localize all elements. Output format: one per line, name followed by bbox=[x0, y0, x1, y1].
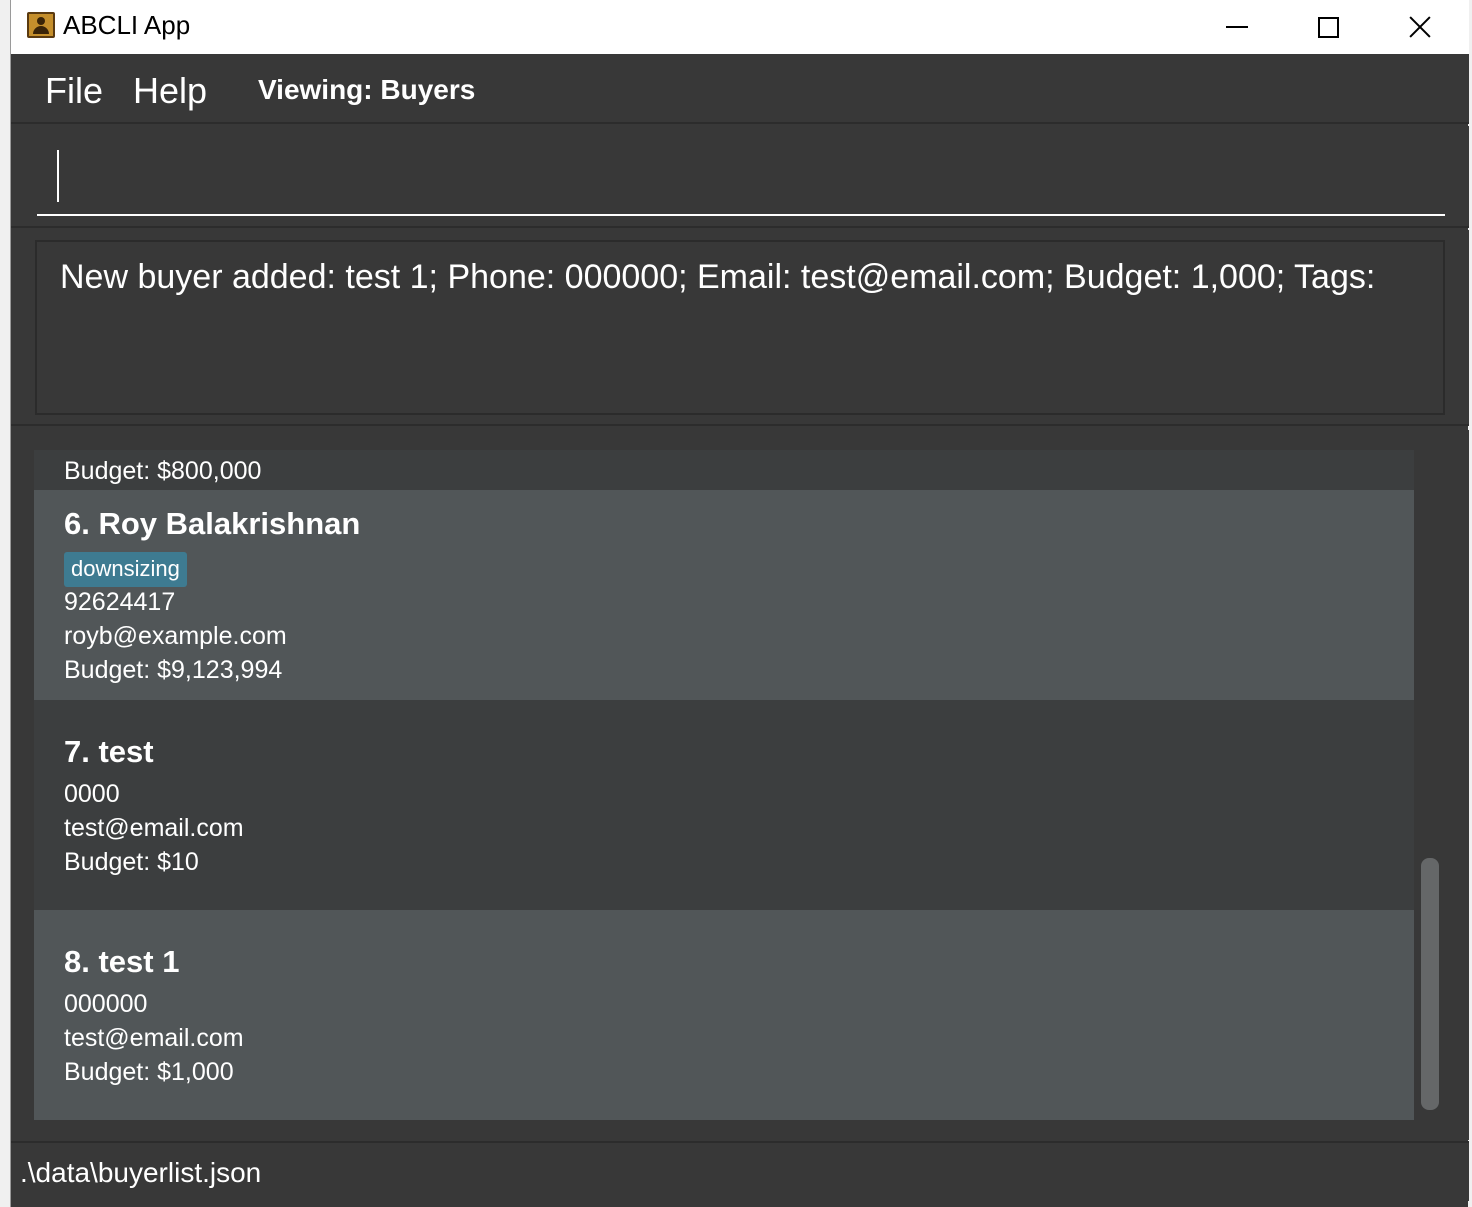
buyer-name: 7. test bbox=[64, 734, 154, 769]
buyer-phone: 000000 bbox=[64, 990, 148, 1018]
result-message: New buyer added: test 1; Phone: 000000; … bbox=[60, 258, 1376, 296]
buyer-card[interactable]: 6. Roy Balakrishnan downsizing 92624417 … bbox=[34, 490, 1414, 700]
buyer-budget: Budget: $10 bbox=[64, 848, 199, 876]
buyer-email: test@email.com bbox=[64, 814, 244, 842]
menu-help[interactable]: Help bbox=[133, 70, 207, 112]
buyer-card[interactable]: 7. test 0000 test@email.com Budget: $10 bbox=[34, 700, 1414, 910]
list-scrollbar[interactable] bbox=[1416, 450, 1444, 1120]
data-file-path: .\data\buyerlist.json bbox=[20, 1157, 262, 1188]
buyer-email: royb@example.com bbox=[64, 622, 287, 650]
maximize-icon bbox=[1317, 16, 1339, 38]
buyer-card[interactable]: Budget: $800,000 bbox=[34, 450, 1414, 490]
command-box bbox=[11, 126, 1469, 228]
window-title: ABCLI App bbox=[63, 10, 191, 40]
app-window: ABCLI App File Help Viewing: Buyers New … bbox=[10, 0, 1469, 1207]
buyer-name: 6. Roy Balakrishnan bbox=[64, 506, 361, 541]
buyer-budget: Budget: $1,000 bbox=[64, 1058, 234, 1086]
buyer-tag: downsizing bbox=[64, 552, 187, 587]
result-display[interactable]: New buyer added: test 1; Phone: 000000; … bbox=[35, 240, 1445, 415]
menu-file[interactable]: File bbox=[45, 70, 103, 112]
maximize-button[interactable] bbox=[1282, 0, 1374, 54]
buyer-list-panel: Budget: $800,000 6. Roy Balakrishnan dow… bbox=[11, 430, 1469, 1140]
viewing-label: Viewing: Buyers bbox=[258, 74, 476, 105]
buyer-email: test@email.com bbox=[64, 1024, 244, 1052]
minimize-icon bbox=[1226, 26, 1248, 28]
scrollbar-thumb[interactable] bbox=[1421, 858, 1439, 1110]
text-caret bbox=[57, 150, 59, 202]
buyer-phone: 0000 bbox=[64, 780, 120, 808]
buyer-list[interactable]: Budget: $800,000 6. Roy Balakrishnan dow… bbox=[34, 450, 1414, 1120]
menu-bar: File Help Viewing: Buyers bbox=[11, 54, 1469, 124]
buyer-name: 8. test 1 bbox=[64, 944, 180, 979]
buyer-budget: Budget: $800,000 bbox=[64, 457, 262, 485]
result-display-panel: New buyer added: test 1; Phone: 000000; … bbox=[11, 230, 1469, 426]
buyer-budget: Budget: $9,123,994 bbox=[64, 656, 283, 684]
close-icon bbox=[1409, 16, 1431, 38]
status-bar: .\data\buyerlist.json bbox=[11, 1141, 1469, 1201]
title-bar: ABCLI App bbox=[11, 0, 1469, 54]
minimize-button[interactable] bbox=[1191, 0, 1283, 54]
contact-book-icon bbox=[27, 12, 55, 38]
buyer-card[interactable]: 8. test 1 000000 test@email.com Budget: … bbox=[34, 910, 1414, 1120]
buyer-phone: 92624417 bbox=[64, 588, 176, 616]
close-button[interactable] bbox=[1374, 0, 1466, 54]
command-input[interactable] bbox=[37, 140, 1445, 216]
